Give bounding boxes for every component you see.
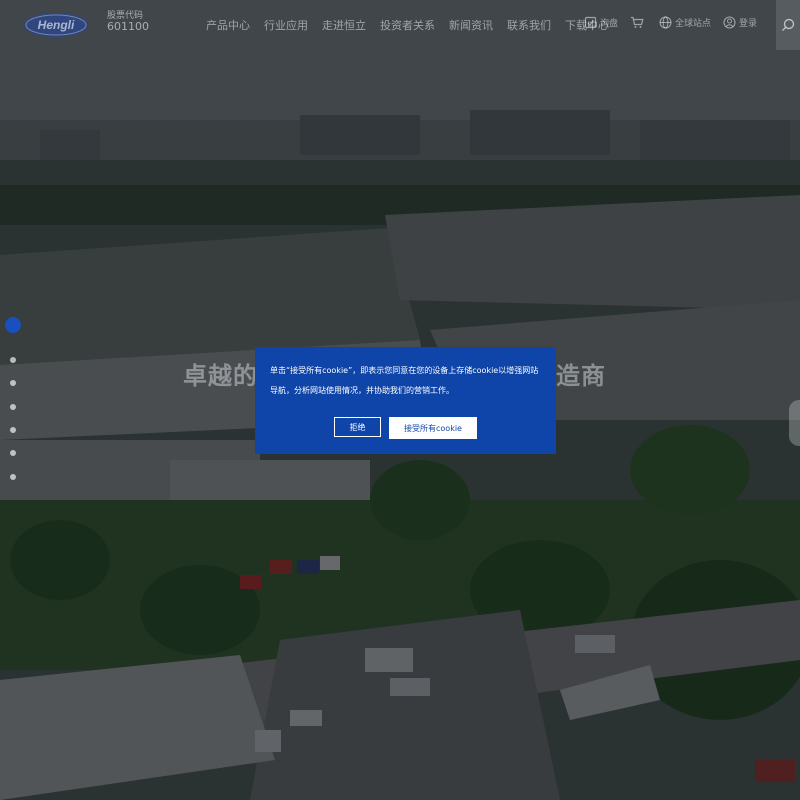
inquiry-button[interactable]: 询盘 <box>584 16 618 29</box>
inquiry-label: 询盘 <box>600 19 619 29</box>
login-label: 登录 <box>739 19 758 29</box>
language-button[interactable]: 全球站点 <box>659 16 711 29</box>
globe-icon <box>659 16 672 29</box>
nav-item-news[interactable]: 新闻资讯 <box>449 17 493 33</box>
stock-info: 股票代码 601100 <box>107 11 149 34</box>
cookie-consent-dialog: 单击“接受所有cookie”，即表示您同意在您的设备上存储cookie以增强网站… <box>255 347 556 454</box>
header-tools: 询盘 全球站点 登录 <box>584 16 769 29</box>
accept-all-cookies-button[interactable]: 接受所有cookie <box>389 417 477 439</box>
search-icon <box>782 18 795 31</box>
user-icon <box>723 16 736 29</box>
hero-headline-left: 卓越的 <box>183 362 258 390</box>
cookie-actions: 拒绝 接受所有cookie <box>334 417 477 439</box>
cart-button[interactable] <box>630 16 647 29</box>
search-button[interactable] <box>776 0 800 50</box>
cart-icon <box>631 16 644 28</box>
reject-cookies-button[interactable]: 拒绝 <box>334 417 381 437</box>
logo-wordmark: Hengli <box>38 18 75 32</box>
cookie-message: 单击“接受所有cookie”，即表示您同意在您的设备上存储cookie以增强网站… <box>270 366 539 395</box>
stock-code: 601100 <box>107 20 149 34</box>
nav-item-products[interactable]: 产品中心 <box>206 17 250 33</box>
slider-dot-5[interactable] <box>10 427 16 433</box>
slider-dot-4[interactable] <box>10 404 16 410</box>
slider-dot-3[interactable] <box>10 380 16 386</box>
slider-dot-2[interactable] <box>10 357 16 363</box>
main-nav: 产品中心 行业应用 走进恒立 投资者关系 新闻资讯 联系我们 下载中心 <box>206 17 623 33</box>
language-label: 全球站点 <box>675 19 712 29</box>
site-header: Hengli 股票代码 601100 产品中心 行业应用 走进恒立 投资者关系 … <box>0 0 800 50</box>
nav-item-investors[interactable]: 投资者关系 <box>380 17 435 33</box>
inquiry-icon <box>584 16 597 29</box>
hengli-logo[interactable]: Hengli <box>24 12 90 38</box>
nav-item-contact[interactable]: 联系我们 <box>507 17 551 33</box>
side-float-tab[interactable] <box>789 400 800 446</box>
nav-item-about[interactable]: 走进恒立 <box>322 17 366 33</box>
login-button[interactable]: 登录 <box>723 16 757 29</box>
slider-dot-1[interactable] <box>5 317 21 333</box>
slider-dot-7[interactable] <box>10 474 16 480</box>
slider-dot-6[interactable] <box>10 450 16 456</box>
nav-item-industries[interactable]: 行业应用 <box>264 17 308 33</box>
